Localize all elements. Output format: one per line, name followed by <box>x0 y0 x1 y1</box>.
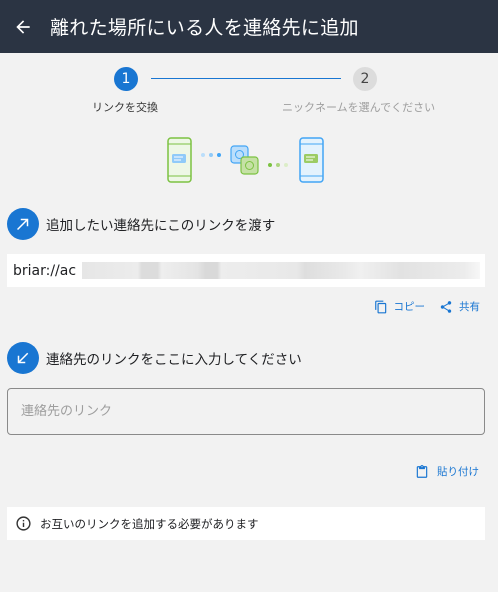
stepper: 1 2 リンクを交換 ニックネームを選んでください <box>0 67 498 117</box>
contact-link-input[interactable] <box>21 404 484 419</box>
copy-button[interactable]: コピー <box>374 299 426 314</box>
copy-label: コピー <box>393 301 426 313</box>
own-link-field[interactable]: briar://ac <box>7 254 485 287</box>
share-link-heading-text: 追加したい連絡先にこのリンクを渡す <box>46 218 276 234</box>
clipboard-icon <box>416 464 428 478</box>
paste-label: 貼り付け <box>437 466 479 478</box>
step-1-label: リンクを交換 <box>92 101 158 114</box>
share-label: 共有 <box>459 301 480 313</box>
step-2-label: ニックネームを選んでください <box>282 101 436 114</box>
info-text: お互いのリンクを追加する必要があります <box>40 516 259 531</box>
exchange-links-illustration <box>167 137 324 183</box>
page-title: 離れた場所にいる人を連絡先に追加 <box>50 17 359 39</box>
enter-link-heading: 連絡先のリンクをここに入力してください <box>7 342 302 374</box>
back-button[interactable] <box>0 0 46 53</box>
step-1-indicator: 1 <box>114 67 138 91</box>
redacted-link-area <box>82 262 480 279</box>
incoming-arrow-icon <box>7 342 39 374</box>
info-icon <box>16 516 31 531</box>
share-button[interactable]: 共有 <box>439 299 480 314</box>
back-arrow-icon <box>16 19 30 34</box>
contact-link-field[interactable] <box>7 388 485 435</box>
step-connector <box>151 78 341 79</box>
outgoing-arrow-icon <box>7 208 39 240</box>
step-2-indicator: 2 <box>353 67 377 91</box>
copy-icon <box>374 300 386 313</box>
info-note: お互いのリンクを追加する必要があります <box>7 507 485 540</box>
share-link-heading: 追加したい連絡先にこのリンクを渡す <box>7 208 275 240</box>
app-bar: 離れた場所にいる人を連絡先に追加 <box>0 0 498 53</box>
link-actions: コピー 共有 <box>360 299 480 314</box>
enter-link-heading-text: 連絡先のリンクをここに入力してください <box>46 352 302 368</box>
share-icon <box>440 300 452 313</box>
paste-button[interactable]: 貼り付け <box>415 464 479 479</box>
own-link-text[interactable]: briar://ac <box>13 263 76 279</box>
